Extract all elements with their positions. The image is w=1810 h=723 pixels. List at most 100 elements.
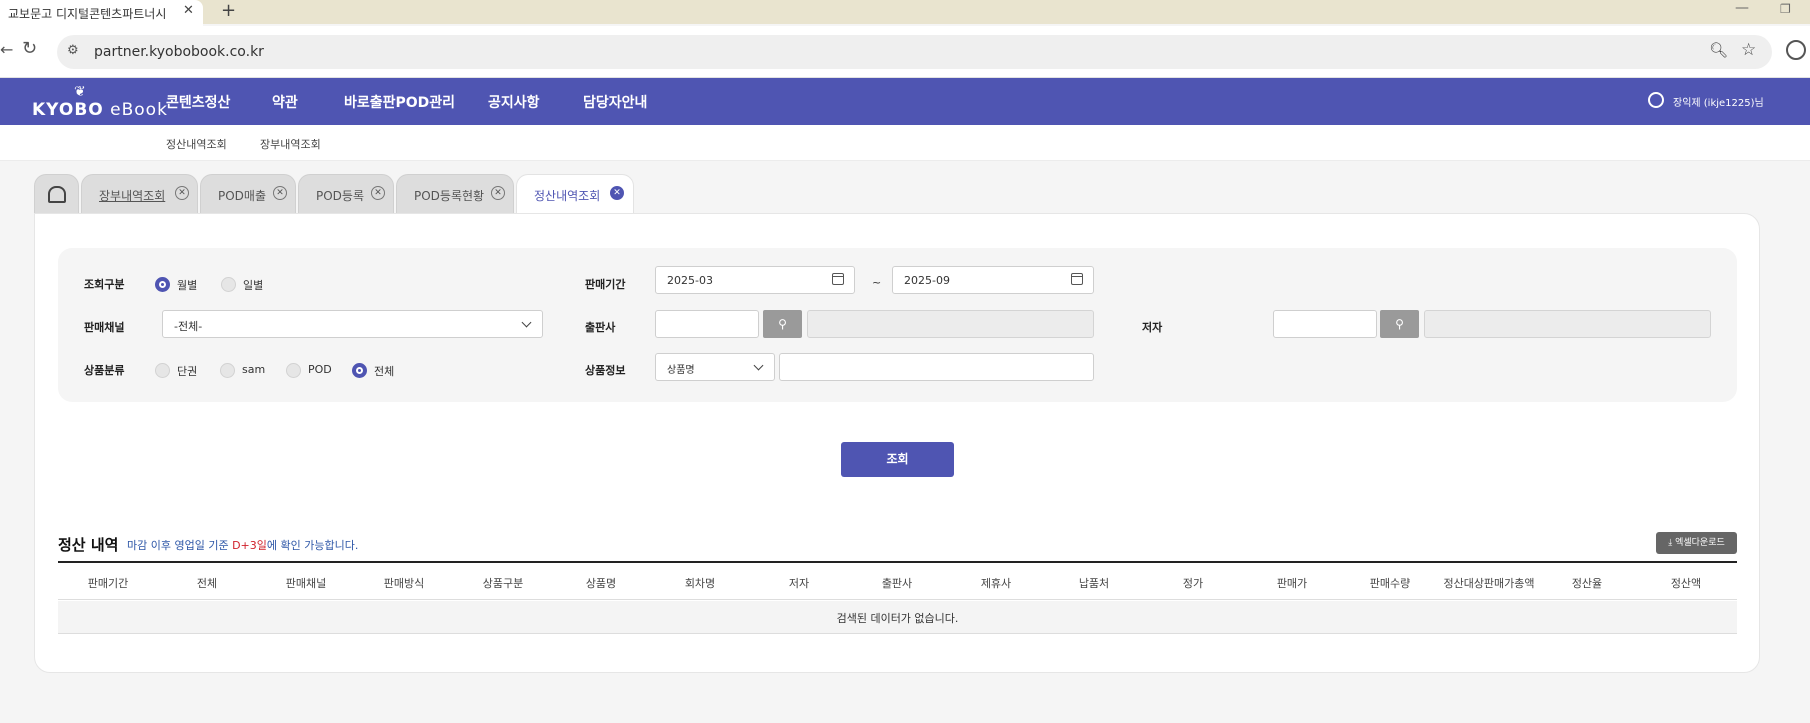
nav-content-settlement[interactable]: 콘텐츠정산 — [166, 92, 230, 112]
nav-notice[interactable]: 공지사항 — [488, 92, 540, 112]
col-header: 회차명 — [684, 577, 716, 590]
col-header: 판매방식 — [383, 577, 425, 590]
radio-all-label[interactable]: 전체 — [374, 363, 394, 379]
table-body: 검색된 데이터가 없습니다. — [58, 601, 1737, 634]
radio-all[interactable] — [352, 363, 367, 378]
user-name[interactable]: 장익제 (ikje1225)님 — [1673, 94, 1764, 109]
logo-kyobo: KYOBO — [32, 100, 104, 120]
radio-pod-label[interactable]: POD — [308, 363, 332, 376]
url-text[interactable]: partner.kyobobook.co.kr — [94, 44, 264, 60]
product-type-value: 상품명 — [667, 365, 695, 376]
author-code-input[interactable] — [1273, 310, 1377, 338]
publisher-name-field — [807, 310, 1094, 338]
close-tab-icon[interactable]: ✕ — [371, 186, 385, 200]
period-to-input[interactable]: 2025-09 — [892, 266, 1094, 294]
period-to-value: 2025-09 — [904, 274, 950, 287]
browser-tab-title: 교보문고 디지털콘텐츠파트너시 — [8, 7, 167, 21]
excel-download-button[interactable]: ⤓ 엑셀다운로드 — [1656, 532, 1737, 554]
user-icon — [1648, 92, 1664, 108]
close-tab-icon[interactable]: ✕ — [491, 186, 505, 200]
back-icon[interactable]: ← — [0, 40, 13, 59]
col-header: 출판사 — [881, 577, 913, 590]
col-header: 저자 — [788, 577, 810, 590]
tab-ledger[interactable]: 장부내역조회 ✕ — [81, 174, 198, 214]
close-tab-icon[interactable]: ✕ — [273, 186, 287, 200]
subnav-settlement-history[interactable]: 정산내역조회 — [166, 136, 227, 152]
reload-icon[interactable]: ↻ — [22, 38, 37, 59]
nav-terms[interactable]: 약관 — [272, 92, 298, 112]
calendar-icon[interactable] — [1071, 273, 1083, 285]
restore-icon[interactable]: ❐ — [1780, 2, 1791, 16]
col-header: 전체 — [196, 577, 218, 590]
table-header: 판매기간 전체 판매채널 판매방식 상품구분 상품명 회차명 저자 출판사 제휴… — [58, 561, 1737, 600]
home-icon — [48, 186, 66, 203]
publisher-search-button[interactable]: ⚲ — [763, 310, 802, 338]
zoom-icon[interactable]: 🔍︎ — [1709, 41, 1728, 59]
col-header: 판매가 — [1276, 577, 1308, 590]
chevron-down-icon — [521, 317, 532, 328]
col-header: 판매채널 — [285, 577, 327, 590]
publisher-code-input[interactable] — [655, 310, 759, 338]
url-input[interactable]: ⚙ partner.kyobobook.co.kr 🔍︎ ☆ — [57, 35, 1772, 69]
radio-sam[interactable] — [220, 363, 235, 378]
period-from-input[interactable]: 2025-03 — [655, 266, 855, 294]
col-header: 판매기간 — [87, 577, 129, 590]
subnav-ledger-history[interactable]: 장부내역조회 — [260, 136, 321, 152]
radio-single-label[interactable]: 단권 — [177, 363, 197, 379]
radio-daily[interactable] — [221, 277, 236, 292]
radio-monthly-label[interactable]: 월별 — [177, 277, 197, 293]
search-icon: ⚲ — [778, 317, 787, 331]
close-tab-icon[interactable]: ✕ — [610, 186, 624, 200]
product-type-select[interactable]: 상품명 — [655, 353, 775, 381]
radio-sam-label[interactable]: sam — [242, 363, 265, 376]
empty-message: 검색된 데이터가 없습니다. — [836, 612, 959, 625]
search-icon: ⚲ — [1395, 317, 1404, 331]
tab-label: POD매출 — [218, 189, 267, 203]
tab-pod-status[interactable]: POD등록현황 ✕ — [396, 174, 514, 214]
tab-home[interactable] — [34, 174, 79, 214]
notice-text: 에 확인 가능합니다. — [266, 539, 359, 552]
channel-select[interactable]: -전체- — [162, 310, 543, 338]
col-header: 정산액 — [1670, 577, 1702, 590]
tab-pod-sales[interactable]: POD매출 ✕ — [200, 174, 296, 214]
browser-tab-strip: 교보문고 디지털콘텐츠파트너시 ✕ + — ❐ — [0, 0, 1810, 26]
period-separator: ~ — [872, 276, 882, 289]
close-tab-icon[interactable]: ✕ — [183, 3, 194, 18]
radio-pod[interactable] — [286, 363, 301, 378]
close-tab-icon[interactable]: ✕ — [175, 186, 189, 200]
address-bar-row: ← ↻ ⚙ partner.kyobobook.co.kr 🔍︎ ☆ — [0, 26, 1810, 78]
site-settings-icon[interactable]: ⚙ — [67, 43, 79, 58]
tab-pod-register[interactable]: POD등록 ✕ — [298, 174, 394, 214]
nav-pod-management[interactable]: 바로출판POD관리 — [344, 92, 455, 112]
product-label: 상품정보 — [585, 364, 626, 377]
radio-monthly[interactable] — [155, 277, 170, 292]
nav-contact[interactable]: 담당자안내 — [583, 92, 647, 112]
channel-label: 판매채널 — [84, 321, 125, 334]
calendar-icon[interactable] — [832, 273, 844, 285]
tab-label: 정산내역조회 — [534, 189, 601, 203]
author-search-button[interactable]: ⚲ — [1380, 310, 1419, 338]
tab-label: POD등록 — [316, 189, 365, 203]
category-label: 상품분류 — [84, 364, 125, 377]
col-header: 납품처 — [1078, 577, 1110, 590]
type-label: 조회구분 — [84, 278, 125, 291]
product-keyword-input[interactable] — [779, 353, 1094, 381]
radio-single[interactable] — [155, 363, 170, 378]
result-title: 정산 내역 — [58, 536, 119, 554]
profile-icon[interactable] — [1786, 40, 1806, 60]
new-tab-button[interactable]: + — [221, 0, 236, 21]
logo[interactable]: KYOBO eBook — [32, 100, 168, 120]
search-button[interactable]: 조회 — [841, 442, 954, 477]
minimize-icon[interactable]: — — [1735, 0, 1749, 16]
radio-daily-label[interactable]: 일별 — [243, 277, 263, 293]
col-header: 정가 — [1182, 577, 1204, 590]
content-panel: 조회구분 월별 일별 판매기간 2025-03 ~ 2025-09 판매채널 -… — [34, 213, 1760, 673]
tab-label: 장부내역조회 — [99, 189, 166, 203]
browser-tab[interactable]: 교보문고 디지털콘텐츠파트너시 ✕ — [0, 0, 203, 26]
tab-settlement[interactable]: 정산내역조회 ✕ — [516, 174, 634, 214]
author-label: 저자 — [1142, 321, 1163, 334]
bookmark-star-icon[interactable]: ☆ — [1741, 40, 1756, 60]
logo-bird-icon: ❦ — [74, 84, 86, 100]
col-header: 상품명 — [585, 577, 617, 590]
global-nav: KYOBO eBook ❦ 콘텐츠정산 약관 바로출판POD관리 공지사항 담당… — [0, 78, 1810, 125]
